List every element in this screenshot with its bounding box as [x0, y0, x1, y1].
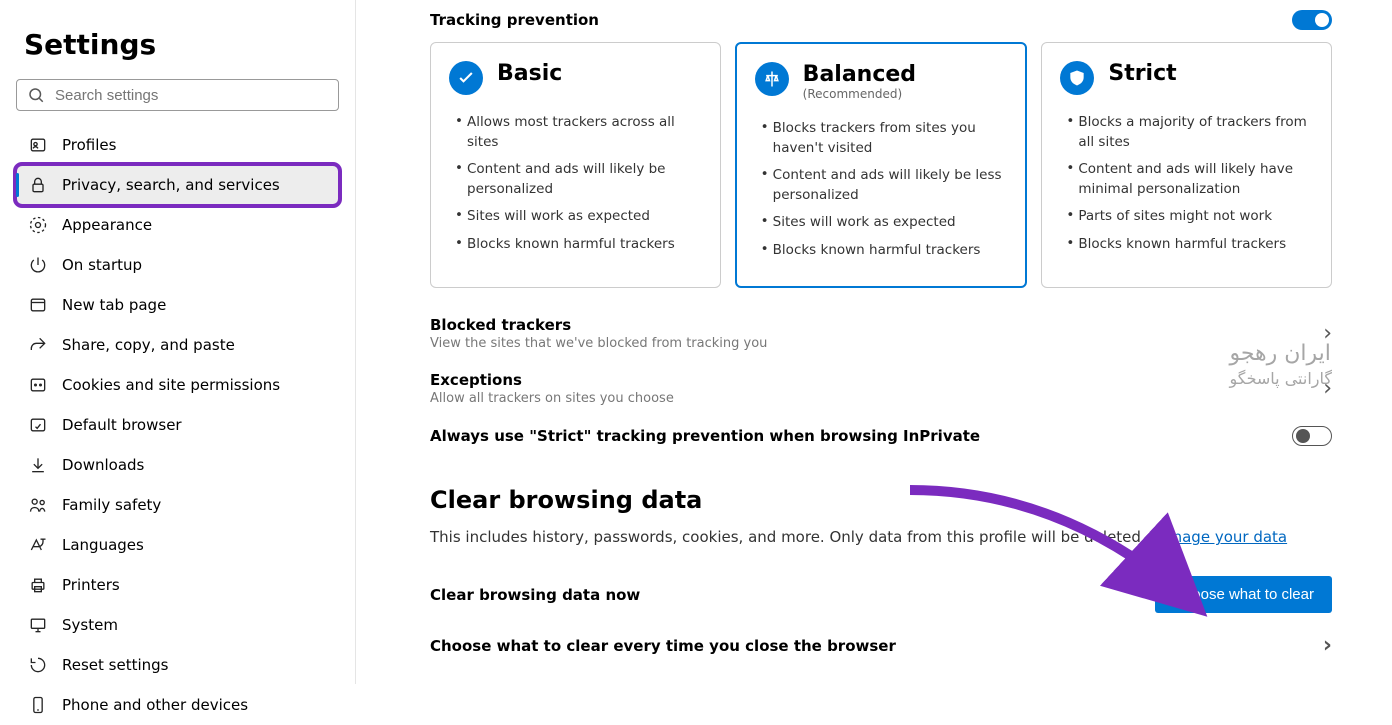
- tracking-prevention-toggle[interactable]: [1292, 10, 1332, 30]
- sidebar-item-profiles[interactable]: Profiles: [16, 125, 339, 165]
- sidebar-item-label: Downloads: [62, 456, 144, 474]
- sidebar-item-label: Profiles: [62, 136, 116, 154]
- cookies-icon: [28, 375, 48, 395]
- choose-what-to-clear-button[interactable]: Choose what to clear: [1155, 576, 1332, 613]
- chevron-right-icon: ›: [1323, 633, 1332, 658]
- share-icon: [28, 335, 48, 355]
- sidebar-item-system[interactable]: System: [16, 605, 339, 645]
- sidebar-item-label: Privacy, search, and services: [62, 176, 280, 194]
- newtab-icon: [28, 295, 48, 315]
- clear-on-close-row[interactable]: Choose what to clear every time you clos…: [430, 623, 1332, 668]
- exceptions-sub: Allow all trackers on sites you choose: [430, 391, 674, 406]
- exceptions-row[interactable]: Exceptions Allow all trackers on sites y…: [430, 361, 1332, 416]
- card-sub: (Recommended): [803, 87, 916, 101]
- sidebar-item-label: Languages: [62, 536, 144, 554]
- card-bullet: Sites will work as expected: [455, 203, 702, 231]
- card-bullet: Blocks known harmful trackers: [761, 237, 1008, 265]
- sidebar-item-default-browser[interactable]: Default browser: [16, 405, 339, 445]
- sidebar-item-cookies-and-site-permissions[interactable]: Cookies and site permissions: [16, 365, 339, 405]
- sidebar-item-label: System: [62, 616, 118, 634]
- sidebar-item-printers[interactable]: Printers: [16, 565, 339, 605]
- card-bullet: Sites will work as expected: [761, 209, 1008, 237]
- sidebar-item-on-startup[interactable]: On startup: [16, 245, 339, 285]
- sidebar-item-label: New tab page: [62, 296, 166, 314]
- sidebar-item-label: Share, copy, and paste: [62, 336, 235, 354]
- card-bullet: Blocks known harmful trackers: [1066, 231, 1313, 259]
- sidebar-item-new-tab-page[interactable]: New tab page: [16, 285, 339, 325]
- card-bullet: Blocks a majority of trackers from all s…: [1066, 109, 1313, 156]
- card-bullet: Blocks known harmful trackers: [455, 231, 702, 259]
- sidebar-item-label: Phone and other devices: [62, 696, 248, 714]
- card-bullet: Content and ads will likely have minimal…: [1066, 156, 1313, 203]
- power-icon: [28, 255, 48, 275]
- sidebar-item-label: Family safety: [62, 496, 161, 514]
- sidebar-item-appearance[interactable]: Appearance: [16, 205, 339, 245]
- clear-now-label: Clear browsing data now: [430, 586, 640, 604]
- lock-icon: [28, 175, 48, 195]
- card-bullet: Allows most trackers across all sites: [455, 109, 702, 156]
- search-input[interactable]: [55, 87, 328, 104]
- tracking-card-balanced[interactable]: Balanced(Recommended) Blocks trackers fro…: [735, 42, 1028, 288]
- sidebar-item-privacy-search-and-services[interactable]: Privacy, search, and services: [16, 165, 339, 205]
- card-title: Basic: [497, 61, 562, 86]
- card-icon: [449, 61, 483, 95]
- card-bullet: Blocks trackers from sites you haven't v…: [761, 115, 1008, 162]
- sidebar-item-label: Printers: [62, 576, 120, 594]
- card-icon: [1060, 61, 1094, 95]
- tracking-card-basic[interactable]: Basic Allows most trackers across all sit…: [430, 42, 721, 288]
- phone-icon: [28, 695, 48, 715]
- sidebar-item-family-safety[interactable]: Family safety: [16, 485, 339, 525]
- system-icon: [28, 615, 48, 635]
- manage-data-link[interactable]: Manage your data: [1150, 528, 1287, 546]
- tracking-card-strict[interactable]: Strict Blocks a majority of trackers from…: [1041, 42, 1332, 288]
- card-bullet: Content and ads will likely be personali…: [455, 156, 702, 203]
- clear-browsing-desc: This includes history, passwords, cookie…: [430, 528, 1332, 546]
- clear-browsing-heading: Clear browsing data: [430, 486, 1332, 514]
- settings-title: Settings: [24, 28, 339, 61]
- sidebar-item-languages[interactable]: Languages: [16, 525, 339, 565]
- sidebar-item-label: On startup: [62, 256, 142, 274]
- sidebar-item-downloads[interactable]: Downloads: [16, 445, 339, 485]
- inprivate-strict-label: Always use "Strict" tracking prevention …: [430, 427, 980, 445]
- profile-icon: [28, 135, 48, 155]
- reset-icon: [28, 655, 48, 675]
- clear-on-close-label: Choose what to clear every time you clos…: [430, 637, 896, 655]
- appearance-icon: [28, 215, 48, 235]
- sidebar-item-label: Default browser: [62, 416, 182, 434]
- sidebar-item-label: Appearance: [62, 216, 152, 234]
- default-icon: [28, 415, 48, 435]
- blocked-trackers-sub: View the sites that we've blocked from t…: [430, 336, 767, 351]
- search-settings[interactable]: [16, 79, 339, 111]
- card-bullet: Parts of sites might not work: [1066, 203, 1313, 231]
- blocked-trackers-title: Blocked trackers: [430, 316, 767, 334]
- chevron-right-icon: ›: [1323, 376, 1332, 401]
- download-icon: [28, 455, 48, 475]
- card-title: Strict: [1108, 61, 1176, 86]
- sidebar-item-reset-settings[interactable]: Reset settings: [16, 645, 339, 685]
- inprivate-strict-toggle[interactable]: [1292, 426, 1332, 446]
- languages-icon: [28, 535, 48, 555]
- card-bullet: Content and ads will likely be less pers…: [761, 162, 1008, 209]
- tracking-prevention-label: Tracking prevention: [430, 11, 599, 29]
- printers-icon: [28, 575, 48, 595]
- sidebar-item-label: Reset settings: [62, 656, 169, 674]
- blocked-trackers-row[interactable]: Blocked trackers View the sites that we'…: [430, 306, 1332, 361]
- exceptions-title: Exceptions: [430, 371, 674, 389]
- chevron-right-icon: ›: [1323, 321, 1332, 346]
- search-icon: [27, 86, 45, 104]
- inprivate-strict-row: Always use "Strict" tracking prevention …: [430, 416, 1332, 456]
- sidebar-item-label: Cookies and site permissions: [62, 376, 280, 394]
- card-icon: [755, 62, 789, 96]
- sidebar-item-phone-and-other-devices[interactable]: Phone and other devices: [16, 685, 339, 725]
- sidebar-item-share-copy-and-paste[interactable]: Share, copy, and paste: [16, 325, 339, 365]
- card-title: Balanced: [803, 62, 916, 87]
- family-icon: [28, 495, 48, 515]
